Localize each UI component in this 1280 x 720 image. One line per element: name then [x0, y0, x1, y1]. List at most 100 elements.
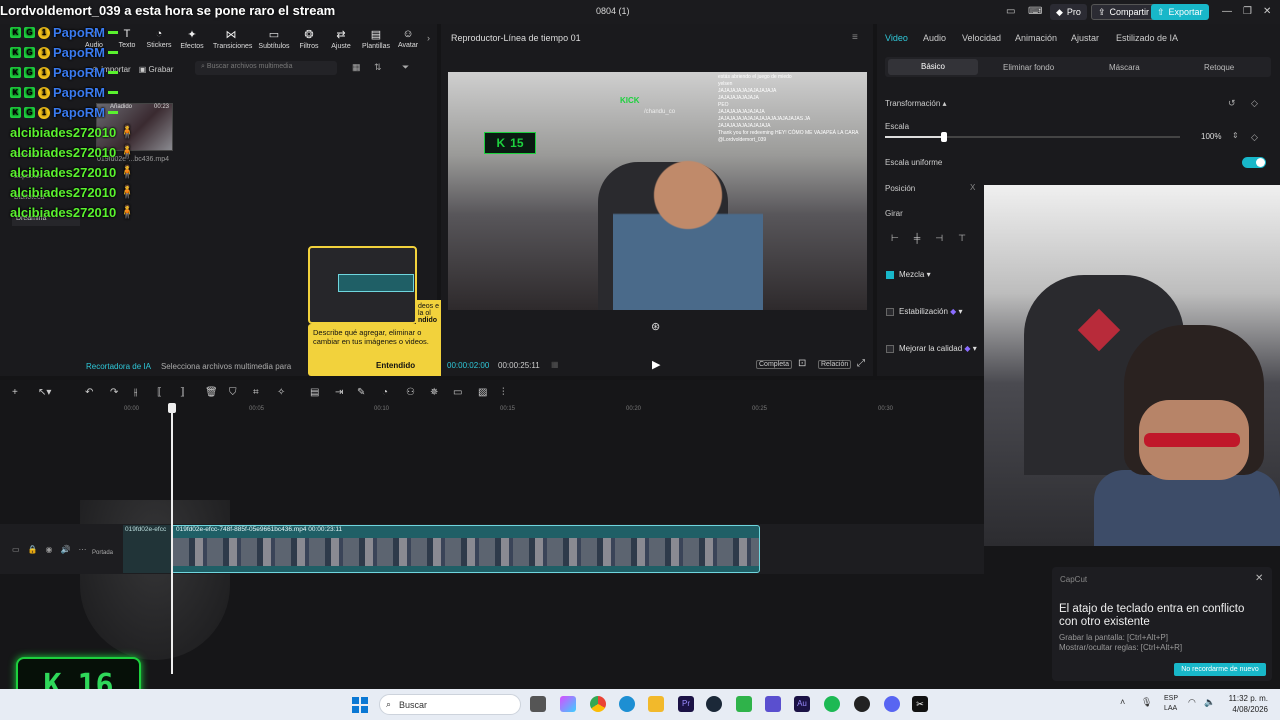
discord-icon[interactable] [884, 696, 900, 712]
toolbar-effects[interactable]: ✦ Efectos [174, 28, 210, 50]
record-button[interactable]: ▣ Grabar [139, 65, 174, 74]
teams-icon[interactable] [765, 696, 781, 712]
image-icon[interactable]: ▨ [478, 387, 487, 398]
playhead[interactable] [171, 404, 173, 674]
align-left-icon[interactable]: ⊢ [891, 233, 899, 244]
redo-icon[interactable]: ↷ [110, 387, 118, 398]
task-view-icon[interactable] [530, 696, 546, 712]
full-view-button[interactable]: Completa [756, 360, 792, 369]
filter-sort-icon[interactable]: ⏷ [402, 62, 409, 73]
blend-checkbox[interactable] [886, 271, 894, 279]
caption-tool-icon[interactable]: ▤ [310, 387, 319, 398]
enhance-heading[interactable]: Mejorar la calidad ◆ ▾ [899, 344, 977, 353]
person-icon[interactable]: ⚇ [406, 387, 415, 398]
tray-language[interactable]: ESP [1164, 695, 1178, 702]
stabilize-heading[interactable]: Estabilización ◆ ▾ [899, 307, 963, 316]
toolbar-adjust[interactable]: ⇄ Ajuste [323, 28, 359, 50]
add-track-icon[interactable]: + [12, 387, 18, 398]
tray-date[interactable]: 4/08/2026 [1222, 705, 1268, 714]
align-right-icon[interactable]: ⊣ [935, 233, 943, 244]
tab-adjust[interactable]: Ajustar [1071, 33, 1099, 43]
ai-trimmer-title[interactable]: Recortadora de IA [86, 362, 151, 371]
tab-audio[interactable]: Audio [923, 33, 946, 43]
lock-icon[interactable]: 🔒 [28, 545, 38, 554]
trim-left-icon[interactable]: ⟦ [157, 387, 162, 398]
pro-button[interactable]: ◆ Pro [1050, 4, 1087, 20]
steam-icon[interactable] [706, 696, 722, 712]
close-icon[interactable]: ✕ [1263, 6, 1271, 17]
share-button[interactable]: ⇪ Compartir [1091, 4, 1157, 20]
toolbar-filters[interactable]: ❂ Filtros [291, 28, 327, 50]
delete-icon[interactable]: 🗑 [205, 387, 218, 398]
select-tool-icon[interactable]: ↖▾ [38, 387, 51, 398]
spotify-icon[interactable] [824, 696, 840, 712]
undo-icon[interactable]: ↶ [85, 387, 93, 398]
ai-tool-icon[interactable]: ✧ [277, 387, 285, 398]
app-green-icon[interactable] [736, 696, 752, 712]
keyframe-icon[interactable]: ◇ [1251, 132, 1258, 143]
eye-icon[interactable]: ◉ [46, 545, 53, 554]
stabilize-checkbox[interactable] [886, 308, 894, 316]
pen-icon[interactable]: ✎ [357, 387, 365, 398]
audition-icon[interactable]: Au [794, 696, 810, 712]
speaker-icon[interactable]: 🔈 [1204, 697, 1215, 708]
video-preview[interactable]: K 15 KICK /chandu_co estás abriendo el ju… [448, 72, 867, 310]
crop-icon[interactable]: ⌗ [253, 387, 259, 398]
capcut-icon[interactable]: ✂ [912, 696, 928, 712]
uniform-scale-toggle[interactable] [1242, 157, 1266, 168]
volume-icon[interactable]: 🔊 [61, 545, 71, 554]
layout-icon[interactable]: ▭ [1006, 6, 1015, 17]
grid-view-icon[interactable]: ▦ [352, 62, 361, 73]
dont-remind-button[interactable]: No recordarme de nuevo [1174, 663, 1266, 676]
subtab-retouch[interactable]: Retoque [1204, 63, 1234, 72]
magic-icon[interactable]: ✵ [430, 387, 438, 398]
tray-layout[interactable]: LAA [1164, 705, 1177, 712]
taskbar-search[interactable]: ⌕ Buscar [379, 694, 521, 715]
cover-label[interactable]: Portada [92, 550, 113, 556]
media-search-input[interactable]: ⌕ Buscar archivos multimedia [195, 61, 337, 75]
reset-icon[interactable]: ↺ [1228, 98, 1236, 109]
microphone-icon[interactable]: 🎙 [1141, 697, 1152, 708]
minimize-icon[interactable]: — [1222, 6, 1232, 17]
file-explorer-icon[interactable] [648, 696, 664, 712]
export-button[interactable]: ⇧ Exportar [1151, 4, 1209, 20]
speed-icon[interactable]: ◔ [382, 387, 388, 398]
maximize-icon[interactable]: ❐ [1243, 6, 1252, 17]
crop-icon[interactable]: ⊡ [798, 358, 806, 369]
toolbar-captions[interactable]: ▭ Subtítulos [256, 28, 292, 50]
play-button[interactable]: ▶ [652, 358, 660, 371]
scale-slider-handle[interactable] [941, 132, 947, 142]
split-icon[interactable]: ⫲ [134, 387, 137, 398]
shortcut-icon[interactable]: ⌨ [1028, 6, 1042, 17]
playhead-handle[interactable] [168, 403, 176, 413]
sort-icon[interactable]: ⇅ [374, 62, 382, 73]
subtab-mask[interactable]: Máscara [1109, 63, 1140, 72]
close-icon[interactable]: ✕ [1255, 573, 1263, 584]
obs-icon[interactable] [854, 696, 870, 712]
tab-speed[interactable]: Velocidad [962, 33, 1001, 43]
toolbar-transitions[interactable]: ⋈ Transiciones [213, 28, 252, 50]
subtab-remove-bg[interactable]: Eliminar fondo [1003, 63, 1054, 72]
scale-value[interactable]: 100% [1201, 132, 1221, 141]
copilot-icon[interactable] [560, 696, 576, 712]
transform-heading[interactable]: Transformación ▴ [885, 99, 947, 108]
grid-icon[interactable]: ▦ [551, 360, 559, 369]
enhance-checkbox[interactable] [886, 345, 894, 353]
tab-video[interactable]: Video [885, 33, 908, 43]
track-cover-icon[interactable]: ▭ [12, 545, 20, 554]
align-center-icon[interactable]: ╪ [914, 233, 920, 244]
subtab-basic[interactable]: Básico [888, 59, 978, 75]
toolbar-stickers[interactable]: ◔ Stickers [141, 28, 177, 49]
tab-animation[interactable]: Animación [1015, 33, 1057, 43]
align-top-icon[interactable]: ⊤ [958, 233, 966, 244]
chevron-up-icon[interactable]: ˄ [1120, 697, 1125, 707]
keyframe-icon[interactable]: ◇ [1251, 98, 1258, 109]
stepper-icon[interactable]: ⇕ [1232, 131, 1239, 140]
wifi-icon[interactable]: ◠ [1188, 697, 1196, 708]
windows-start-icon[interactable] [352, 697, 368, 713]
shield-icon[interactable]: ⛉ [229, 387, 237, 398]
tray-time[interactable]: 11:32 p. m. [1228, 694, 1268, 703]
toolbar-templates[interactable]: ▤ Plantillas [358, 28, 394, 50]
freeze-icon[interactable]: ⇥ [335, 387, 343, 398]
chevron-right-icon[interactable]: › [427, 33, 430, 43]
